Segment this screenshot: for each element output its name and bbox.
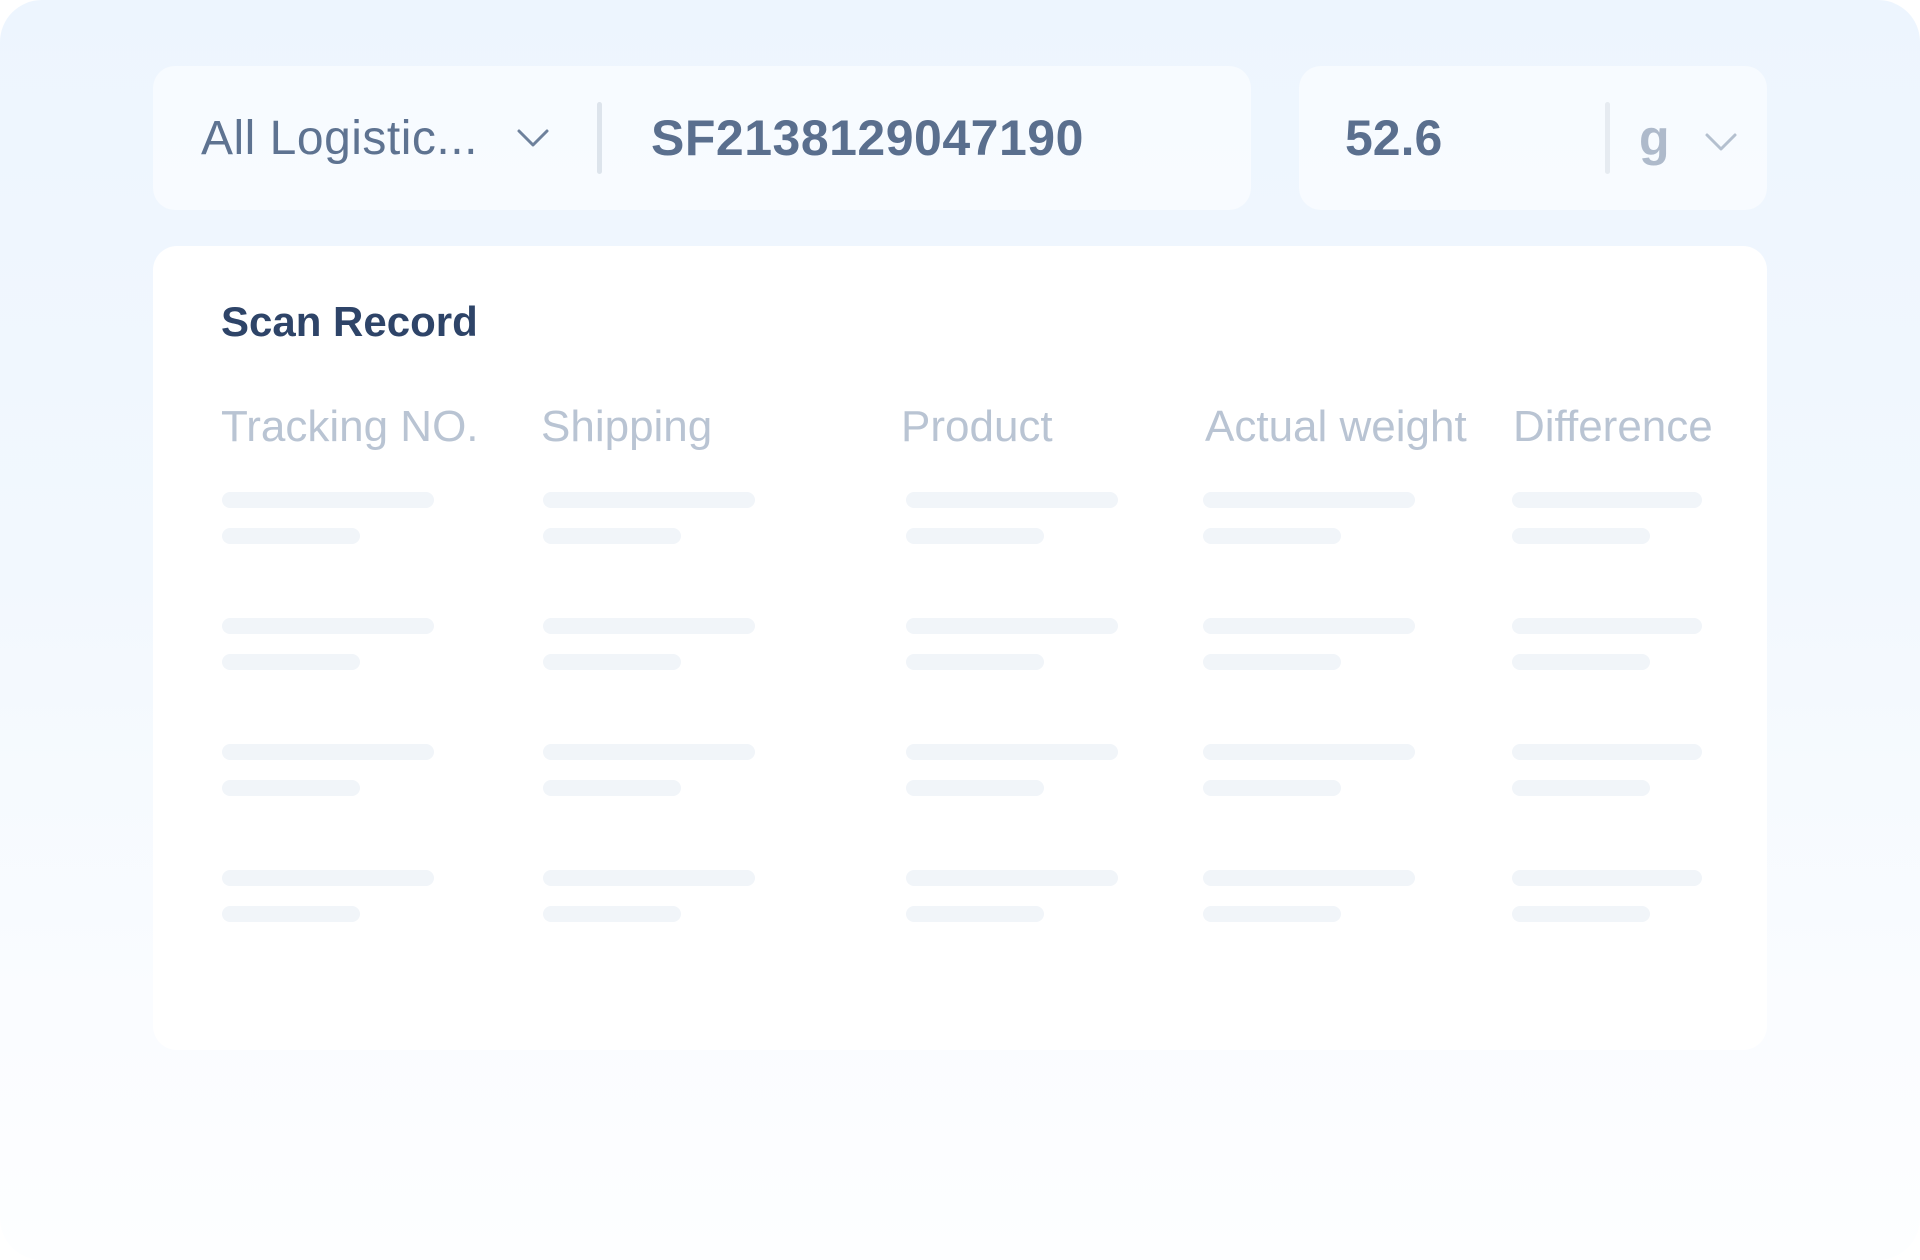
skeleton-bar — [1512, 780, 1650, 796]
skeleton-bar — [1203, 780, 1341, 796]
column-header-product: Product — [901, 402, 1053, 451]
unit-select-label: g — [1639, 110, 1670, 166]
skeleton-bar — [906, 528, 1044, 544]
skeleton-bar — [906, 906, 1044, 922]
column-header-tracking-no: Tracking NO. — [221, 402, 479, 451]
skeleton-bar — [222, 744, 434, 760]
skeleton-bar — [222, 870, 434, 886]
skeleton-bar — [543, 492, 755, 508]
chevron-down-icon — [516, 127, 550, 149]
column-header-difference: Difference — [1513, 402, 1713, 451]
divider — [597, 102, 602, 174]
skeleton-bar — [1512, 744, 1702, 760]
divider — [1605, 102, 1610, 174]
skeleton-bar — [222, 906, 360, 922]
carrier-select-label: All Logistic... — [201, 111, 478, 165]
skeleton-bar — [1512, 618, 1702, 634]
skeleton-bar — [543, 618, 755, 634]
skeleton-bar — [543, 528, 681, 544]
weight-input[interactable] — [1345, 104, 1585, 172]
search-bar: All Logistic... — [153, 66, 1251, 210]
skeleton-bar — [222, 528, 360, 544]
skeleton-bar — [543, 654, 681, 670]
skeleton-bar — [906, 618, 1118, 634]
scan-record-title: Scan Record — [221, 298, 478, 345]
skeleton-bar — [1512, 528, 1650, 544]
skeleton-bar — [222, 492, 434, 508]
tracking-number-input[interactable] — [651, 104, 1211, 172]
skeleton-bar — [543, 870, 755, 886]
skeleton-bar — [543, 780, 681, 796]
skeleton-bar — [1203, 528, 1341, 544]
skeleton-bar — [543, 744, 755, 760]
scan-record-panel: Scan Record Tracking NO. Shipping Produc… — [153, 246, 1767, 1050]
skeleton-bar — [222, 780, 360, 796]
skeleton-bar — [1203, 744, 1415, 760]
skeleton-bar — [906, 780, 1044, 796]
app-frame: All Logistic... g Scan Record Tracking N… — [0, 0, 1920, 1260]
skeleton-bar — [1203, 618, 1415, 634]
skeleton-bar — [906, 654, 1044, 670]
skeleton-bar — [222, 654, 360, 670]
column-header-shipping: Shipping — [541, 402, 713, 451]
weight-bar: g — [1299, 66, 1767, 210]
skeleton-bar — [1203, 906, 1341, 922]
skeleton-bar — [543, 906, 681, 922]
skeleton-bar — [1203, 654, 1341, 670]
skeleton-bar — [906, 492, 1118, 508]
skeleton-bar — [222, 618, 434, 634]
unit-select[interactable]: g — [1639, 66, 1738, 210]
skeleton-bar — [1512, 870, 1702, 886]
skeleton-bar — [1203, 870, 1415, 886]
skeleton-bar — [1203, 492, 1415, 508]
column-header-actual-weight: Actual weight — [1205, 402, 1467, 451]
carrier-select[interactable]: All Logistic... — [201, 66, 550, 210]
chevron-down-icon — [1704, 131, 1738, 153]
skeleton-bar — [1512, 906, 1650, 922]
skeleton-bar — [906, 870, 1118, 886]
skeleton-bar — [906, 744, 1118, 760]
skeleton-bar — [1512, 492, 1702, 508]
skeleton-bar — [1512, 654, 1650, 670]
